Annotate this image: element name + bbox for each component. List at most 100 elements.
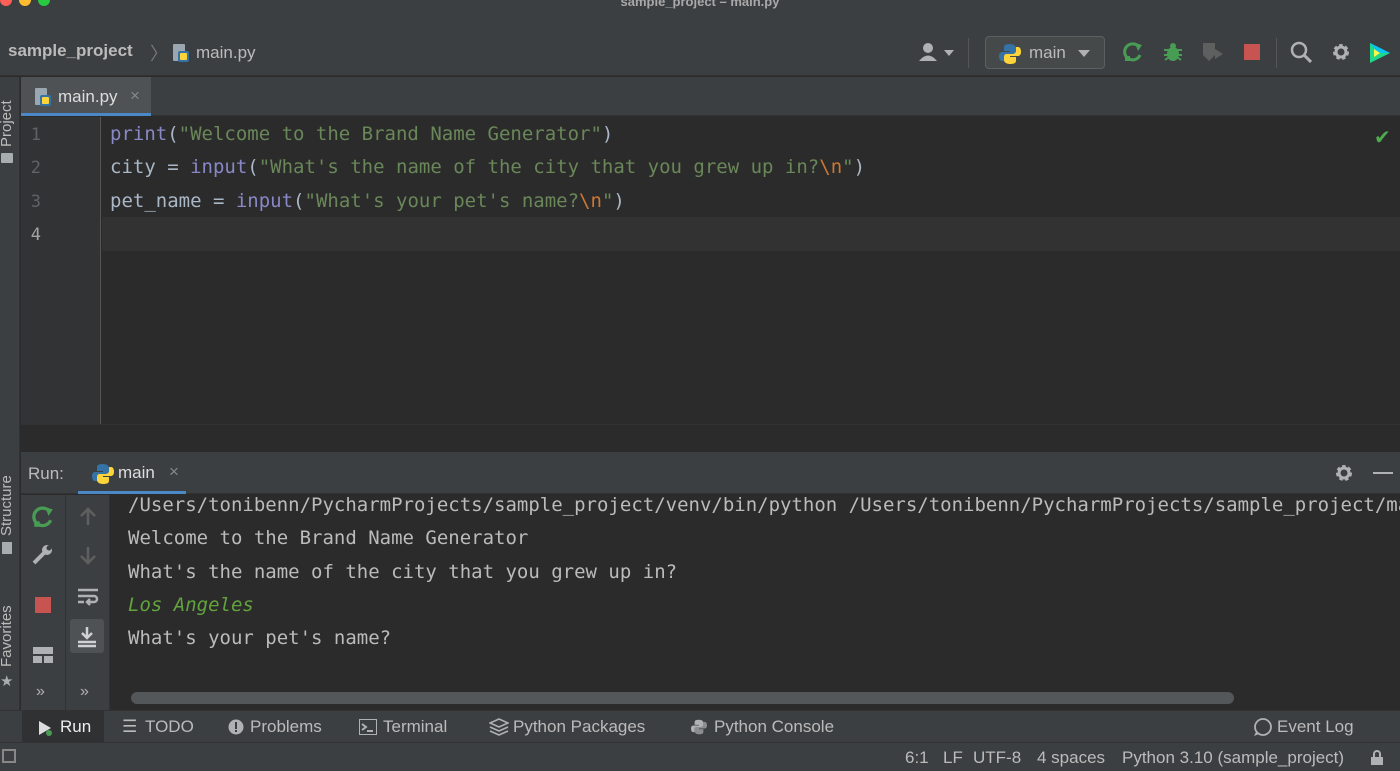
stop-icon[interactable] xyxy=(1241,41,1263,63)
editor-bottom-area xyxy=(21,424,1400,452)
todo-tool-label: TODO xyxy=(145,717,194,736)
scroll-to-end-button[interactable] xyxy=(70,619,104,653)
indent-setting[interactable]: 4 spaces xyxy=(1037,748,1105,768)
warning-circle-icon xyxy=(228,719,244,740)
run-console[interactable]: /Users/tonibenn/PycharmProjects/sample_p… xyxy=(111,495,1400,688)
console-output-line: What's your pet's name? xyxy=(128,627,392,649)
console-output-line: What's the name of the city that you gre… xyxy=(128,561,678,583)
project-tool-window-button[interactable]: Project xyxy=(0,100,15,147)
hide-window-icon[interactable] xyxy=(1373,472,1393,474)
line-number: 3 xyxy=(30,192,41,212)
more-actions-icon[interactable]: » xyxy=(36,683,45,701)
breadcrumb-separator: 〉 xyxy=(150,44,168,64)
python-icon xyxy=(691,719,707,740)
scrollbar-thumb[interactable] xyxy=(131,692,1234,704)
breadcrumb-file[interactable]: main.py xyxy=(196,43,256,63)
code-line-2[interactable]: city = input("What's the name of the cit… xyxy=(110,156,865,178)
python-file-icon xyxy=(171,43,191,68)
problems-tool-button[interactable]: Problems xyxy=(228,711,338,743)
no-problems-check-icon[interactable]: ✔ xyxy=(1374,125,1391,150)
layout-icon[interactable] xyxy=(31,643,55,667)
more-actions-icon[interactable]: » xyxy=(80,683,89,701)
code-editor[interactable]: 1 2 3 4 print("Welcome to the Brand Name… xyxy=(21,117,1400,424)
editor-tab-main-py[interactable]: main.py × xyxy=(21,77,151,116)
python-packages-tool-button[interactable]: Python Packages xyxy=(488,711,669,743)
close-tab-icon[interactable]: × xyxy=(169,462,179,482)
jetbrains-toolbox-icon[interactable] xyxy=(1368,41,1392,63)
escape-token: \n xyxy=(819,156,843,178)
current-line-highlight xyxy=(102,217,1400,251)
user-account-icon[interactable] xyxy=(917,42,957,69)
run-tool-label: Run xyxy=(60,717,92,736)
run-configuration-label: main xyxy=(1029,43,1066,62)
rerun-icon[interactable] xyxy=(31,505,55,529)
caret-position[interactable]: 6:1 xyxy=(905,748,929,768)
string-token: " xyxy=(842,156,854,178)
stop-icon[interactable] xyxy=(31,593,55,617)
wrench-icon[interactable] xyxy=(31,543,55,567)
settings-gear-icon[interactable] xyxy=(1330,41,1352,63)
close-tab-icon[interactable]: × xyxy=(130,86,140,106)
event-log-tool-button[interactable]: Event Log xyxy=(1253,711,1373,743)
console-user-input: Los Angeles xyxy=(128,594,254,616)
structure-tool-window-button[interactable]: Structure xyxy=(0,475,15,536)
paren-token: ( xyxy=(247,156,259,178)
layers-icon xyxy=(488,718,510,741)
list-icon: ☰ xyxy=(122,717,138,736)
window-title: sample_project – main.py xyxy=(620,0,780,9)
paren-token: ) xyxy=(601,123,614,145)
run-output-toolbar: » xyxy=(66,495,110,710)
string-token: "What's the name of the city that you gr… xyxy=(258,156,820,178)
tool-window-bar: Run ☰ TODO Problems Terminal Python Pack… xyxy=(0,710,1400,743)
coverage-icon[interactable] xyxy=(1201,41,1223,63)
python-console-tool-button[interactable]: Python Console xyxy=(691,711,861,743)
todo-tool-button[interactable]: ☰ TODO xyxy=(122,711,202,743)
terminal-tool-label: Terminal xyxy=(383,717,448,736)
arrow-up-icon[interactable] xyxy=(76,505,100,529)
debug-icon[interactable] xyxy=(1162,41,1184,63)
python-console-tool-label: Python Console xyxy=(714,717,835,736)
terminal-tool-button[interactable]: Terminal xyxy=(359,711,469,743)
breadcrumb-project[interactable]: sample_project xyxy=(8,41,133,61)
console-command-line: /Users/tonibenn/PycharmProjects/sample_p… xyxy=(128,495,1400,516)
speech-bubble-icon xyxy=(1253,718,1273,741)
python-file-icon xyxy=(33,87,53,112)
title-bar: sample_project – main.py xyxy=(0,0,1400,12)
run-tool-button[interactable]: Run xyxy=(22,711,104,743)
line-number: 2 xyxy=(30,158,41,178)
python-icon xyxy=(999,43,1021,70)
chevron-down-icon xyxy=(1078,50,1090,57)
horizontal-scrollbar[interactable] xyxy=(111,688,1400,710)
search-icon[interactable] xyxy=(1290,41,1313,64)
code-line-3[interactable]: pet_name = input("What's your pet's name… xyxy=(110,190,625,212)
run-configuration-dropdown[interactable]: main xyxy=(985,36,1105,69)
tool-windows-toggle-icon[interactable] xyxy=(2,749,16,763)
left-tool-stripe: Project Structure Favorites ★ xyxy=(0,77,20,710)
paren-token: ( xyxy=(293,190,305,212)
code-line-1[interactable]: print("Welcome to the Brand Name Generat… xyxy=(110,123,613,145)
console-output-line: Welcome to the Brand Name Generator xyxy=(128,527,529,549)
line-number-current: 4 xyxy=(30,225,41,245)
line-number-gutter: 1 2 3 4 xyxy=(21,117,101,424)
arrow-down-icon[interactable] xyxy=(76,543,100,567)
favorites-tool-window-button[interactable]: Favorites xyxy=(0,605,15,667)
run-label: Run: xyxy=(28,464,64,483)
event-log-tool-label: Event Log xyxy=(1277,717,1354,736)
folder-icon xyxy=(1,153,13,163)
builtin-token: input xyxy=(190,156,248,178)
rerun-icon[interactable] xyxy=(1122,41,1144,63)
soft-wrap-icon[interactable] xyxy=(76,585,100,609)
navigation-bar: sample_project 〉 main.py main xyxy=(0,12,1400,76)
lock-icon[interactable] xyxy=(1370,750,1384,771)
run-tab-main[interactable]: main × xyxy=(78,452,186,494)
paren-token: ) xyxy=(853,156,866,178)
builtin-token: print xyxy=(110,123,168,145)
run-tab-label: main xyxy=(118,463,155,482)
python-interpreter[interactable]: Python 3.10 (sample_project) xyxy=(1122,748,1344,768)
terminal-icon xyxy=(359,719,377,740)
file-encoding[interactable]: UTF-8 xyxy=(973,748,1021,768)
paren-token: ( xyxy=(167,123,179,145)
line-separator[interactable]: LF xyxy=(943,748,963,768)
paren-token: ) xyxy=(613,190,625,212)
settings-gear-icon[interactable] xyxy=(1333,462,1355,489)
